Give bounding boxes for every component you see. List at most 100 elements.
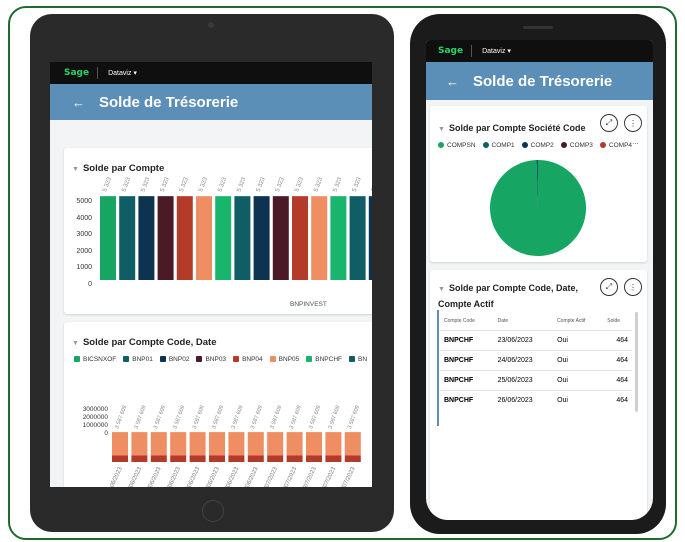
- bar: [344, 432, 361, 456]
- card-title-line2: Compte Actif: [438, 299, 494, 309]
- filter-icon[interactable]: ▼: [72, 340, 79, 347]
- bar: [311, 196, 328, 280]
- table-row[interactable]: BNPCHF 25/06/2023 Oui 464: [440, 370, 632, 391]
- table-row[interactable]: BNPCHF 26/06/2023 Oui 464: [440, 390, 632, 410]
- solde-par-compte-societe-card: ▼ Solde par Compte Société Code ⤢ ⋮ COMPS…: [430, 106, 647, 262]
- data-label: 5 323: [352, 176, 363, 193]
- column-header[interactable]: Compte Actif: [553, 312, 603, 331]
- bar: [272, 196, 289, 280]
- bar: [209, 432, 225, 456]
- topbar-divider: [97, 67, 99, 79]
- topbar-divider: [471, 45, 473, 57]
- table-scrollbar[interactable]: [635, 312, 638, 412]
- bar-segment: [267, 455, 284, 462]
- data-table: Compte Code Date Compte Actif Solde BNPCHF 2…: [440, 312, 632, 410]
- data-label: 3 587 609: [192, 405, 206, 430]
- bar-segment: [247, 455, 264, 462]
- y-tick-label: 1000: [76, 264, 92, 271]
- x-tick-label: 27/06/2023: [183, 466, 201, 487]
- table-left-border: [437, 310, 439, 426]
- x-tick-label: 01/07/2023: [261, 466, 279, 487]
- data-label: 3 587 609: [153, 405, 167, 430]
- product-name: Dataviz: [482, 48, 506, 55]
- card-title-row: ▼ Solde par Compte Code, Date, Compte Act…: [438, 280, 578, 311]
- table-cell: BNPCHF: [440, 350, 494, 371]
- expand-icon[interactable]: ⤢: [600, 278, 618, 296]
- x-tick-label: 04/07/2023: [319, 466, 337, 487]
- column-header[interactable]: Compte Code: [440, 312, 494, 331]
- legend-item[interactable]: COMP3: [560, 142, 593, 149]
- sage-logo[interactable]: Sage: [438, 46, 463, 56]
- bar-segment: [325, 455, 342, 462]
- legend-swatch: [74, 356, 80, 363]
- table-cell: Oui: [553, 350, 604, 371]
- bar-segment: [209, 455, 225, 462]
- more-options-icon[interactable]: ⋮: [624, 114, 642, 132]
- data-label: 3 587 609: [231, 405, 245, 430]
- bar: [267, 432, 284, 456]
- legend-more[interactable]: …: [632, 139, 639, 146]
- table-row[interactable]: BNPCHF 24/06/2023 Oui 464: [440, 350, 632, 371]
- product-menu[interactable]: Dataviz ▾: [482, 47, 511, 55]
- data-label: 5 323: [198, 176, 209, 193]
- legend-item[interactable]: COMP2: [521, 142, 554, 149]
- table-cell: 464: [603, 330, 632, 351]
- x-tick-label: 29/06/2023: [222, 466, 240, 487]
- table-body: BNPCHF 23/06/2023 Oui 464 BNPCHF 24/06/2023 Ou…: [440, 330, 632, 410]
- bar-segment: [189, 455, 206, 462]
- legend-item[interactable]: COMP4: [599, 142, 632, 149]
- filter-icon[interactable]: ▼: [438, 286, 445, 293]
- table-cell: 25/06/2023: [493, 370, 554, 391]
- more-options-icon[interactable]: ⋮: [624, 278, 642, 296]
- x-tick-label: 05/07/2023: [338, 466, 356, 487]
- product-menu[interactable]: Dataviz ▾: [108, 69, 137, 77]
- data-label: 5 323: [179, 176, 190, 193]
- solde-par-compte-code-date-actif-card: ▼ Solde par Compte Code, Date, Compte Act…: [430, 270, 647, 520]
- sage-logo[interactable]: Sage: [64, 68, 89, 78]
- x-tick-label: 23/06/2023: [110, 466, 124, 487]
- x-tick-label: 25/06/2023: [144, 466, 162, 487]
- bar-segment: [150, 455, 167, 462]
- table-row[interactable]: BNPCHF 23/06/2023 Oui 464: [440, 330, 632, 351]
- y-tick-label: 2000: [76, 247, 92, 255]
- bar: [176, 196, 193, 280]
- bar: [368, 196, 372, 280]
- legend-item[interactable]: COMPSN: [438, 142, 476, 149]
- caret-down-icon: ▾: [133, 70, 137, 77]
- y-tick-label: 4000: [76, 214, 92, 222]
- x-tick-label: 24/06/2023: [125, 466, 143, 487]
- column-header[interactable]: Date: [494, 312, 553, 331]
- filter-icon[interactable]: ▼: [438, 126, 445, 133]
- bar: [138, 196, 155, 280]
- back-arrow-icon[interactable]: ←: [446, 74, 459, 89]
- filter-icon[interactable]: ▼: [72, 166, 79, 173]
- data-label: 5 323: [256, 176, 267, 193]
- y-tick-label: 3000: [76, 231, 92, 238]
- legend-label: COMP2: [530, 142, 554, 149]
- solde-par-compte-card: ▼ Solde par Compte 5000 4000 3000 2000 1000 0 …: [64, 148, 372, 314]
- pie-chart: [490, 160, 586, 256]
- data-label: 3 587 609: [172, 405, 186, 430]
- bar: [349, 196, 366, 280]
- expand-icon[interactable]: ⤢: [600, 114, 618, 132]
- bar-segment: [306, 455, 322, 462]
- table-cell: Oui: [553, 390, 604, 410]
- page-title: Solde de Trésorerie: [99, 93, 239, 111]
- bar: [196, 196, 212, 280]
- data-label: 5 323: [217, 176, 228, 193]
- bar: [157, 196, 174, 280]
- data-label: 3 587 609: [308, 405, 322, 430]
- legend-item[interactable]: COMP1: [482, 142, 515, 149]
- data-label: 3 587 609: [211, 405, 225, 430]
- data-label: 5 323: [102, 176, 113, 193]
- column-header[interactable]: Solde: [603, 312, 632, 331]
- legend-swatch: [438, 142, 444, 149]
- tablet-screen: Sage Dataviz ▾ ← Solde de Trésorerie ▼ So…: [50, 62, 372, 487]
- y-axis: 3000000 2000000 1000000 0: [68, 406, 108, 438]
- back-arrow-icon[interactable]: ←: [72, 95, 85, 110]
- bar: [119, 196, 136, 280]
- table-cell: 24/06/2023: [493, 350, 554, 371]
- product-name: Dataviz: [108, 70, 132, 77]
- bar-chart: 5 323 5 323 5 323 5 323 5 323 5 323 5 323 5 323…: [100, 176, 372, 280]
- bar: [286, 432, 303, 456]
